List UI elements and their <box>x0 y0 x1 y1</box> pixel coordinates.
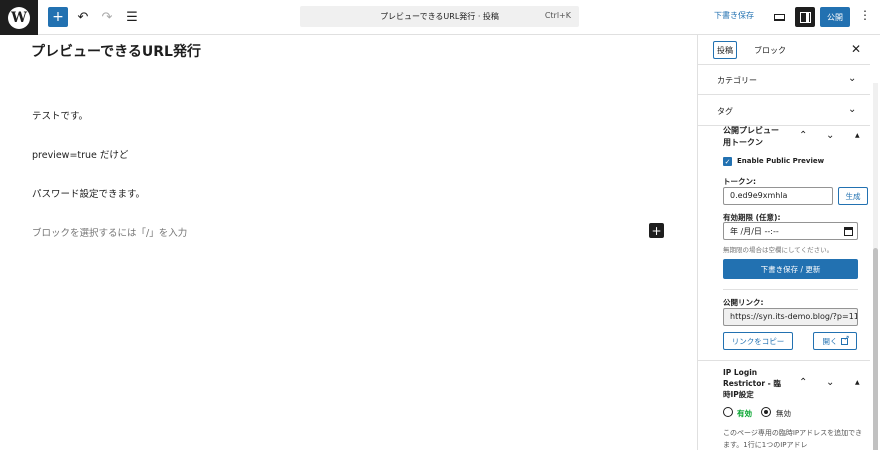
enable-public-preview-checkbox[interactable]: ✓ <box>723 157 732 166</box>
move-down-icon[interactable]: ⌄ <box>826 130 834 141</box>
block-inserter-plus-icon[interactable]: + <box>649 223 664 238</box>
divider <box>723 289 858 290</box>
ip-enabled-radio[interactable] <box>723 407 733 417</box>
redo-icon[interactable]: ↷ <box>99 7 115 27</box>
wordpress-icon: W <box>8 6 30 29</box>
sidebar-tabs: 投稿 ブロック ✕ <box>698 35 870 65</box>
publish-button[interactable]: 公開 <box>820 7 850 27</box>
tags-label: タグ <box>717 107 733 116</box>
empty-block-placeholder[interactable]: ブロックを選択するには「/」を入力 <box>32 225 187 239</box>
ip-enabled-label: 有効 <box>737 409 752 418</box>
command-shortcut: Ctrl+K <box>544 11 571 20</box>
paragraph-block[interactable]: preview=true だけど <box>32 147 128 161</box>
undo-icon[interactable]: ↶ <box>75 7 91 27</box>
public-preview-panel-title[interactable]: 公開プレビュー用トークン <box>723 125 783 149</box>
settings-toggle-button[interactable] <box>795 7 815 27</box>
ip-disabled-radio[interactable] <box>761 407 771 417</box>
post-title[interactable]: プレビューできるURL発行 <box>31 41 201 61</box>
expiry-hint: 無期限の場合は空欄にしてください。 <box>723 246 834 254</box>
preview-button[interactable] <box>770 9 788 25</box>
collapse-toggle-icon[interactable]: ▲ <box>855 132 860 139</box>
tags-panel[interactable]: タグ ⌄ <box>698 96 870 126</box>
block-inserter-button[interactable]: + <box>48 7 68 27</box>
sidebar-icon <box>799 11 811 23</box>
save-update-button[interactable]: 下書き保存 / 更新 <box>723 259 858 279</box>
radio-selected-dot <box>764 410 768 414</box>
move-down-icon[interactable]: ⌄ <box>826 377 834 388</box>
external-link-icon <box>840 334 850 345</box>
close-icon[interactable]: ✕ <box>851 42 861 56</box>
calendar-icon[interactable] <box>844 227 853 236</box>
sidebar-scrollbar[interactable] <box>873 83 878 450</box>
document-title: プレビューできるURL発行 · 投稿 <box>380 12 499 21</box>
ip-description: このページ専用の臨時IPアドレスを追加できます。1行に1つのIPアドレ <box>723 429 863 449</box>
chevron-down-icon: ⌄ <box>848 104 857 115</box>
paragraph-block[interactable]: パスワード設定できます。 <box>32 186 145 200</box>
public-link-input[interactable]: https://syn.its-demo.blog/?p=11 <box>723 308 858 326</box>
chevron-down-icon: ⌄ <box>848 73 857 84</box>
settings-sidebar: 投稿 ブロック ✕ カテゴリー ⌄ タグ ⌄ 公開プレビュー用トークン ⌃ ⌄ … <box>697 35 880 450</box>
token-input[interactable]: 0.ed9e9xmhla <box>723 187 833 205</box>
laptop-icon <box>773 13 785 21</box>
categories-label: カテゴリー <box>717 76 757 85</box>
categories-panel[interactable]: カテゴリー ⌄ <box>698 65 870 95</box>
collapse-toggle-icon[interactable]: ▲ <box>855 379 860 386</box>
tab-post[interactable]: 投稿 <box>713 41 737 59</box>
editor-canvas: プレビューできるURL発行 テストです。 preview=true だけど パス… <box>0 35 697 450</box>
wordpress-logo-button[interactable]: W <box>0 0 38 35</box>
command-palette-bar[interactable]: プレビューできるURL発行 · 投稿 Ctrl+K <box>300 6 579 27</box>
more-options-icon[interactable]: ⋮ <box>859 8 871 26</box>
open-link-label: 開く <box>822 336 838 346</box>
scrollbar-thumb[interactable] <box>873 248 878 450</box>
list-view-icon[interactable]: ☰ <box>124 7 140 27</box>
public-link-label: 公開リンク: <box>723 298 764 307</box>
tab-block[interactable]: ブロック <box>754 45 786 56</box>
check-icon: ✓ <box>724 157 731 166</box>
divider <box>698 360 870 361</box>
move-up-icon[interactable]: ⌃ <box>799 130 807 141</box>
expiry-datetime-input[interactable]: 年 /月/日 --:-- <box>723 222 858 240</box>
token-label: トークン: <box>723 177 756 186</box>
move-up-icon[interactable]: ⌃ <box>799 377 807 388</box>
save-draft-button[interactable]: 下書き保存 <box>714 10 754 21</box>
generate-token-button[interactable]: 生成 <box>838 187 868 205</box>
editor-toolbar: W + ↶ ↷ ☰ プレビューできるURL発行 · 投稿 Ctrl+K 下書き保… <box>0 0 880 35</box>
ip-disabled-label: 無効 <box>776 409 791 418</box>
enable-public-preview-label: Enable Public Preview <box>737 157 825 165</box>
ip-restrictor-panel-title[interactable]: IP Login Restrictor - 臨時IP設定 <box>723 367 783 400</box>
copy-link-button[interactable]: リンクをコピー <box>723 332 793 350</box>
open-link-button[interactable]: 開く <box>813 332 857 350</box>
paragraph-block[interactable]: テストです。 <box>32 108 88 122</box>
expiry-value: 年 /月/日 --:-- <box>730 227 779 236</box>
